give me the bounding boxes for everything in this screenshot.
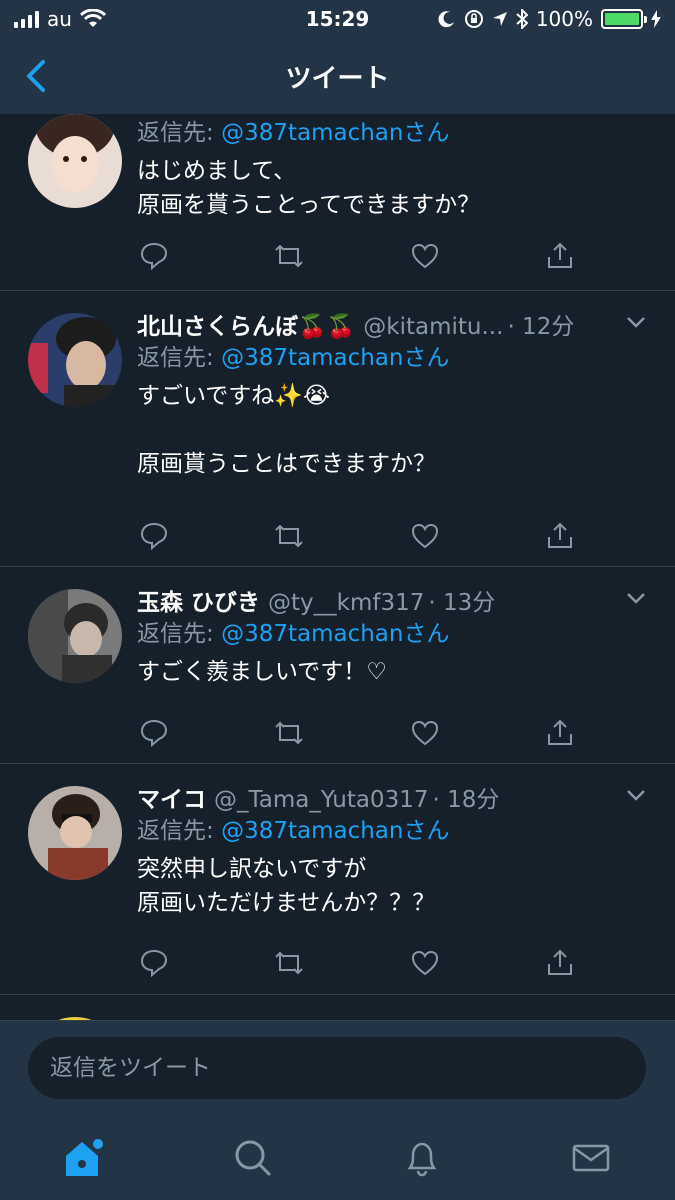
rotation-lock-icon (464, 10, 483, 28)
status-right: 100% (438, 7, 661, 31)
tweet-body: 玉森 ひびき @ty__kmf317 · 13分 返信先: @387tamach… (137, 583, 655, 689)
avatar[interactable] (28, 786, 122, 880)
share-icon[interactable] (543, 239, 577, 273)
status-left: au (14, 7, 106, 31)
bluetooth-icon (516, 9, 528, 29)
tab-messages[interactable] (566, 1133, 616, 1183)
reply-bar: 返信をツイート (0, 1020, 675, 1116)
reply-to-label: 返信先: (137, 621, 222, 647)
avatar[interactable] (28, 313, 122, 407)
avatar[interactable] (28, 114, 122, 208)
tweet-text: はじめまして、 原画を貰うことってできますか？ (137, 158, 481, 218)
mention-link[interactable]: @387tamachanさん (221, 621, 449, 647)
home-icon (66, 1139, 104, 1176)
reply-to-line: 返信先: @387tamachanさん (137, 617, 655, 651)
avatar[interactable] (28, 589, 122, 683)
reply-to-label: 返信先: (137, 120, 222, 146)
tweet-actions (137, 239, 577, 273)
tweet-body: 返信先: @387tamachanさん はじめまして、 原画を貰うことってできま… (137, 116, 655, 222)
reply-to-label: 返信先: (137, 818, 222, 844)
display-name[interactable]: マイコ (137, 780, 206, 814)
heart-icon[interactable] (408, 519, 442, 553)
tab-search[interactable] (228, 1133, 278, 1183)
chevron-down-icon[interactable] (623, 782, 649, 808)
reply-icon[interactable] (137, 239, 171, 273)
reply-feed[interactable]: 返信先: @387tamachanさん はじめまして、 原画を貰うことってできま… (0, 114, 675, 1020)
moon-icon (438, 11, 454, 28)
mention-link[interactable]: @387tamachanさん (221, 345, 449, 371)
nav-bar: ツイート (0, 38, 675, 114)
tweet-body: マイコ @_Tama_Yuta0317 · 18分 返信先: @387tamac… (137, 780, 655, 920)
reply-to-label: 返信先: (137, 345, 222, 371)
retweet-icon[interactable] (272, 716, 306, 750)
tweet-body: 北山さくらんぼ🍒🍒 @kitamitu... · 12分 返信先: @387ta… (137, 307, 655, 481)
tweet-actions (137, 519, 577, 553)
retweet-icon[interactable] (272, 239, 306, 273)
tab-bar (0, 1116, 675, 1200)
reply-icon[interactable] (137, 716, 171, 750)
display-name[interactable]: 北山さくらんぼ🍒🍒 (137, 307, 355, 341)
tab-home[interactable] (59, 1133, 109, 1183)
chevron-left-icon[interactable] (18, 56, 58, 96)
status-bar: au 15:29 100% (0, 0, 675, 38)
display-name[interactable]: 玉森 ひびき (137, 583, 260, 617)
wifi-icon (79, 9, 106, 27)
tweet-actions (137, 946, 577, 980)
page-title: ツイート (285, 63, 390, 94)
battery-percent: 100% (535, 7, 593, 31)
tweet[interactable]: 返信先: @387tamachanさん はじめまして、 原画を貰うことってできま… (0, 114, 675, 291)
share-icon[interactable] (543, 519, 577, 553)
signal-icon (14, 10, 39, 28)
timestamp: · 13分 (428, 590, 496, 616)
mention-link[interactable]: @387tamachanさん (221, 818, 449, 844)
chevron-down-icon[interactable] (623, 585, 649, 611)
carrier-label: au (47, 7, 72, 31)
tweet-actions (137, 716, 577, 750)
heart-icon[interactable] (408, 239, 442, 273)
tweet-text: すごいですね✨😭 原画貰うことはできますか？ (137, 383, 436, 477)
reply-icon[interactable] (137, 946, 171, 980)
retweet-icon[interactable] (272, 946, 306, 980)
user-handle[interactable]: @kitamitu... (363, 314, 503, 340)
bell-icon (407, 1142, 437, 1177)
user-handle[interactable]: @_Tama_Yuta0317 (214, 787, 428, 813)
tweet-header: 北山さくらんぼ🍒🍒 @kitamitu... · 12分 (137, 307, 655, 341)
tab-notifications[interactable] (397, 1133, 447, 1183)
search-icon (235, 1140, 271, 1176)
retweet-icon[interactable] (272, 519, 306, 553)
share-icon[interactable] (543, 716, 577, 750)
tweet-header: マイコ @_Tama_Yuta0317 · 18分 (137, 780, 655, 814)
mention-link[interactable]: @387tamachanさん (221, 120, 449, 146)
heart-icon[interactable] (408, 716, 442, 750)
tweet-text: すごく羨ましいです！♡ (137, 659, 387, 685)
timestamp: · 12分 (507, 314, 575, 340)
tweet[interactable] (0, 995, 675, 1020)
chevron-down-icon[interactable] (623, 309, 649, 335)
reply-icon[interactable] (137, 519, 171, 553)
user-handle[interactable]: @ty__kmf317 (268, 590, 424, 616)
clock: 15:29 (305, 7, 370, 31)
mail-icon (572, 1144, 609, 1172)
reply-to-line: 返信先: @387tamachanさん (137, 341, 655, 375)
reply-to-line: 返信先: @387tamachanさん (137, 116, 655, 150)
reply-to-line: 返信先: @387tamachanさん (137, 814, 655, 848)
timestamp: · 18分 (432, 787, 500, 813)
reply-input[interactable]: 返信をツイート (28, 1037, 646, 1099)
location-icon (492, 12, 507, 26)
battery-icon (601, 9, 647, 29)
tweet-header: 玉森 ひびき @ty__kmf317 · 13分 (137, 583, 655, 617)
charging-icon (651, 10, 661, 28)
heart-icon[interactable] (408, 946, 442, 980)
tweet-text: 突然申し訳ないですが 原画いただけませんか？？？ (137, 856, 436, 916)
share-icon[interactable] (543, 946, 577, 980)
